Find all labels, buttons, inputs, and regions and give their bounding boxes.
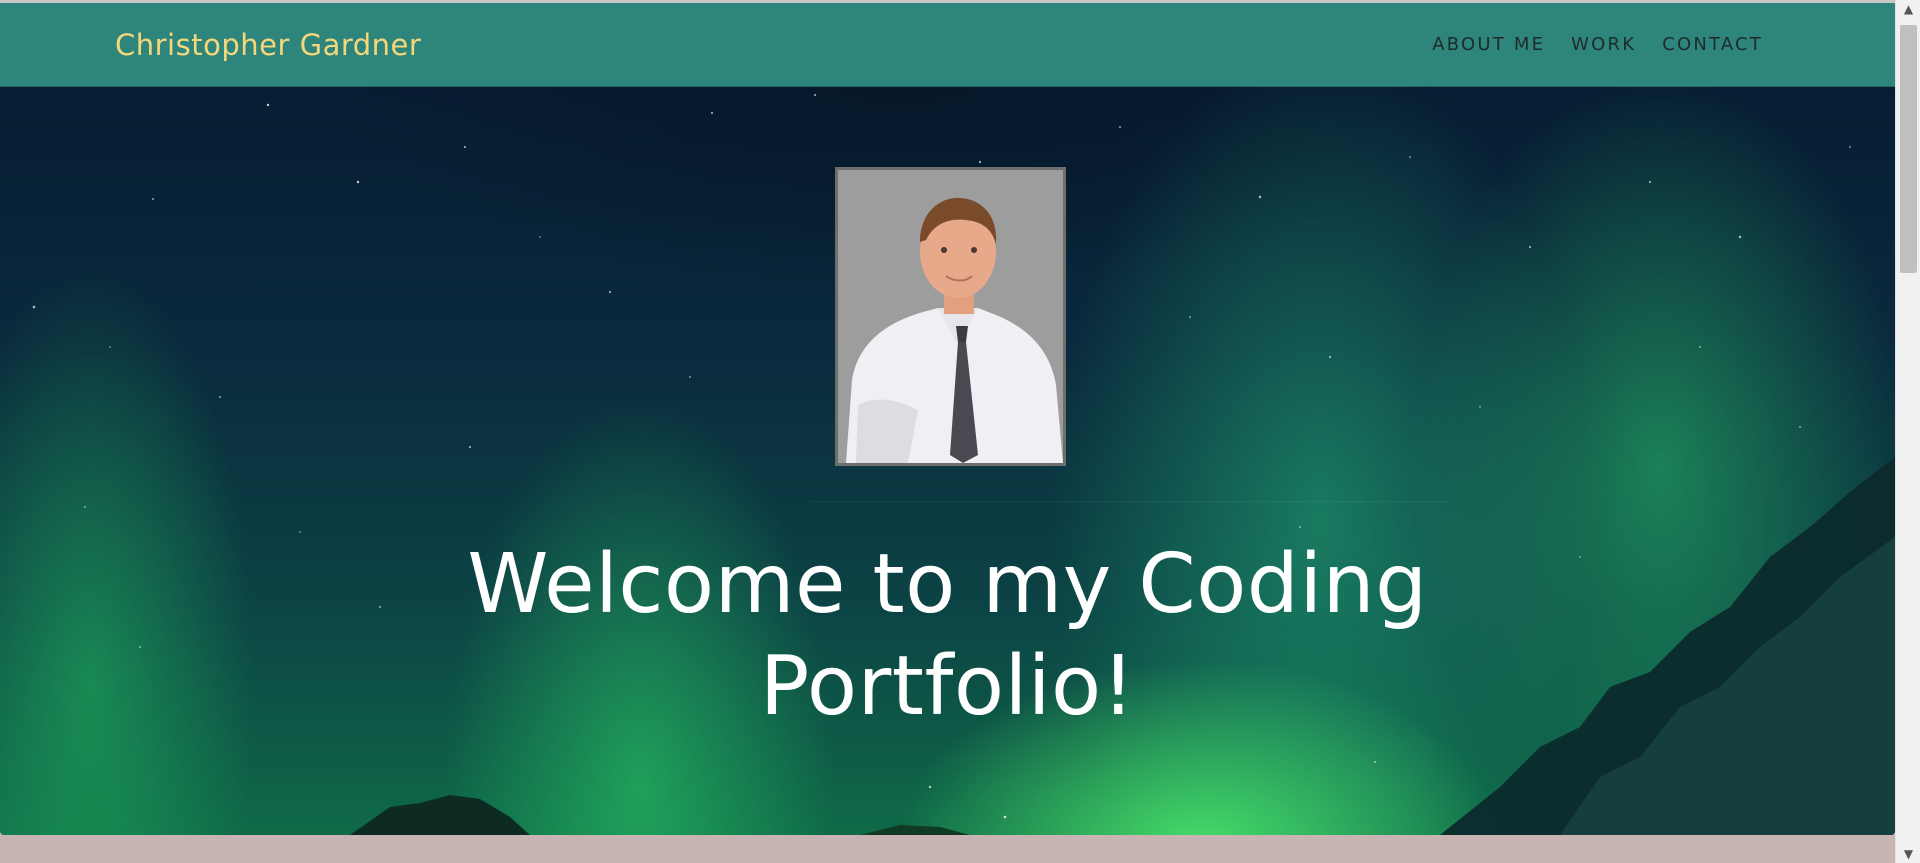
chevron-down-icon[interactable]: ▼	[1896, 845, 1920, 863]
portrait-photo	[838, 170, 1063, 463]
navbar: Christopher Gardner ABOUT ME WORK CONTAC…	[0, 3, 1895, 87]
chevron-up-icon[interactable]: ▲	[1896, 0, 1920, 18]
nav-about-me[interactable]: ABOUT ME	[1432, 34, 1545, 55]
hero-divider	[810, 501, 1450, 502]
vertical-scrollbar[interactable]: ▲ ▼	[1895, 0, 1920, 863]
nav-contact[interactable]: CONTACT	[1662, 34, 1763, 55]
scrollbar-thumb[interactable]	[1900, 25, 1917, 273]
page: Christopher Gardner ABOUT ME WORK CONTAC…	[0, 0, 1920, 863]
nav-work[interactable]: WORK	[1571, 34, 1636, 55]
brand-link[interactable]: Christopher Gardner	[115, 28, 421, 62]
hero-title: Welcome to my Coding Portfolio!	[467, 537, 1428, 734]
hero-section: Welcome to my Coding Portfolio!	[0, 87, 1895, 835]
main-nav: ABOUT ME WORK CONTACT	[1432, 34, 1763, 55]
profile-portrait	[835, 167, 1066, 466]
